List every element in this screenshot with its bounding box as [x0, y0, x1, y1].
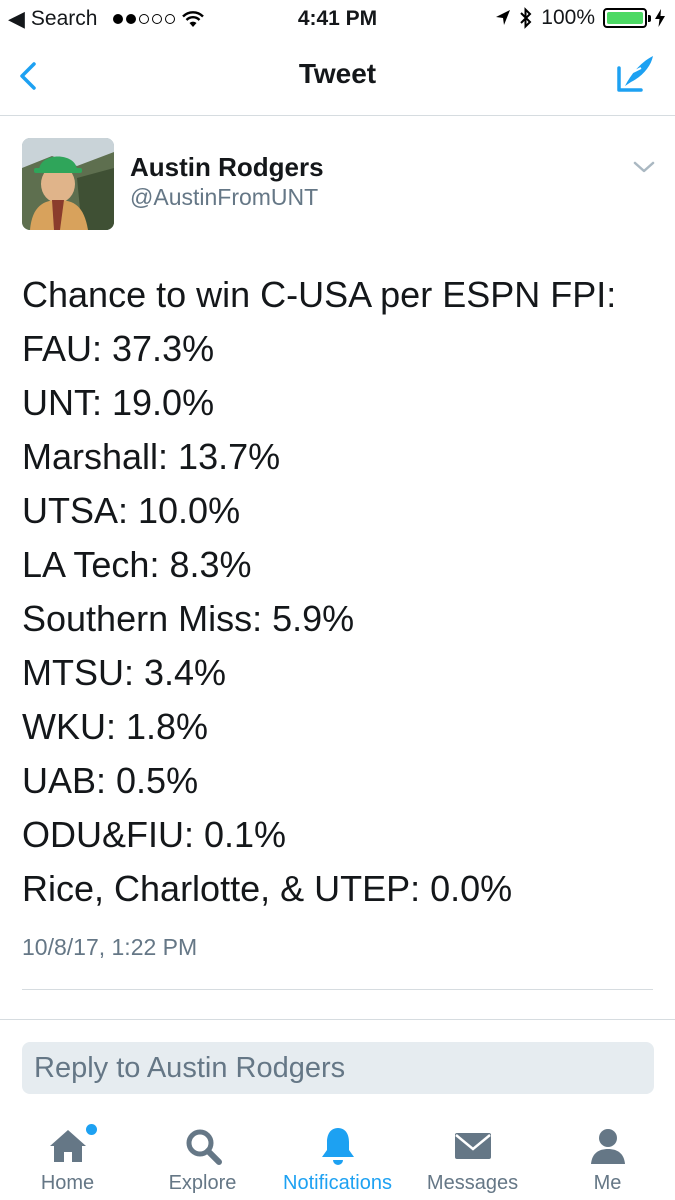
tab-label: Notifications [283, 1172, 392, 1194]
tab-me[interactable]: Me [540, 1108, 675, 1200]
reply-input[interactable]: Reply to Austin Rodgers [22, 1042, 654, 1094]
page-title: Tweet [298, 58, 377, 89]
battery-percent: 100% [541, 6, 595, 29]
compose-tweet-icon[interactable] [613, 52, 657, 96]
tweet-line: ODU&FIU: 0.1% [22, 814, 287, 855]
bell-icon [321, 1128, 354, 1165]
tweet-line: WKU: 1.8% [22, 706, 209, 747]
tab-home[interactable]: Home [0, 1108, 135, 1200]
battery-level-fill [607, 12, 643, 24]
author-name[interactable]: Austin Rodgers [130, 152, 324, 183]
status-right: 100% [495, 6, 665, 30]
tab-notifications[interactable]: Notifications [270, 1108, 405, 1200]
divider [22, 989, 653, 990]
tab-messages[interactable]: Messages [405, 1108, 540, 1200]
tweet-line: LA Tech: 8.3% [22, 544, 252, 585]
home-icon [49, 1130, 86, 1162]
divider [0, 1019, 675, 1020]
tweet-timestamp[interactable]: 10/8/17, 1:22 PM [22, 934, 197, 961]
tweet-line: Southern Miss: 5.9% [22, 598, 355, 639]
tweet-line: Marshall: 13.7% [22, 436, 281, 477]
tab-label: Home [40, 1172, 95, 1194]
tweet-line: UAB: 0.5% [22, 760, 199, 801]
tab-bar: Home Explore Notifications Messages Me [0, 1108, 675, 1200]
tab-label: Me [593, 1172, 622, 1194]
person-icon [590, 1129, 625, 1164]
tweet-line: MTSU: 3.4% [22, 652, 227, 693]
tab-explore[interactable]: Explore [135, 1108, 270, 1200]
tab-label: Messages [426, 1172, 519, 1194]
charging-icon [655, 9, 665, 27]
tweet-text: Chance to win C-USA per ESPN FPI: FAU: 3… [22, 268, 662, 916]
tab-label: Explore [168, 1172, 237, 1194]
battery-icon [603, 8, 651, 28]
tweet-line: UTSA: 10.0% [22, 490, 241, 531]
chevron-down-icon[interactable] [631, 158, 657, 176]
tweet-line: Chance to win C-USA per ESPN FPI: [22, 274, 617, 315]
search-icon [186, 1129, 222, 1165]
bluetooth-icon [520, 7, 532, 29]
tweet-line: Rice, Charlotte, & UTEP: 0.0% [22, 868, 513, 909]
author-handle[interactable]: @AustinFromUNT [130, 184, 318, 211]
tweet-line: UNT: 19.0% [22, 382, 215, 423]
location-icon [496, 10, 511, 25]
avatar[interactable] [22, 138, 114, 230]
nav-bar: Tweet [0, 38, 675, 116]
envelope-icon [454, 1133, 491, 1159]
status-bar: ◀ Search 4:41 PM 100% [0, 0, 675, 38]
tweet-line: FAU: 37.3% [22, 328, 215, 369]
notification-dot [86, 1124, 97, 1135]
